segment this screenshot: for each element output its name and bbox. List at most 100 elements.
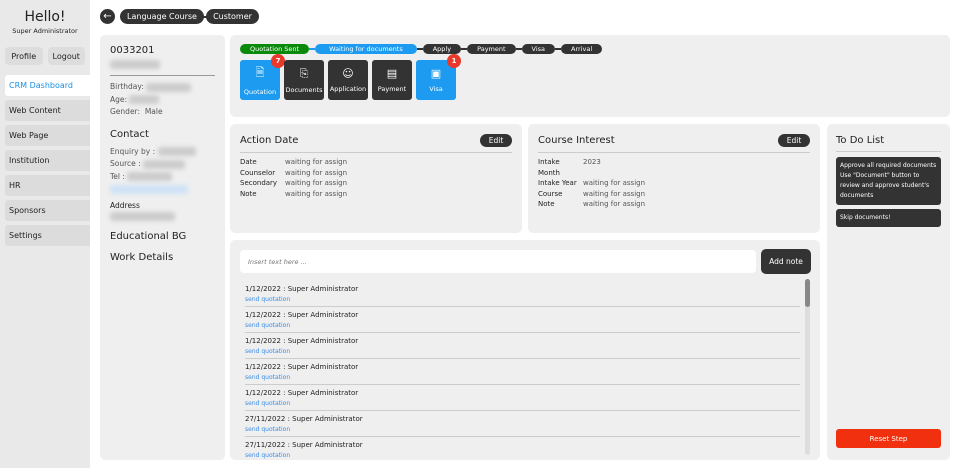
work-details-heading: Work Details — [110, 252, 174, 263]
note-text: send quotation — [245, 322, 291, 329]
course-interest-panel: Course Interest Edit Intake Month 2023 In… — [528, 124, 820, 233]
notes-panel: Add note 1/12/2022 : Super Administrator… — [230, 240, 820, 460]
user-role: Super Administrator — [12, 27, 78, 35]
sidebar-item-web-content[interactable]: Web Content — [5, 100, 90, 121]
application-tile[interactable]: ☺ Application — [328, 60, 368, 100]
address-heading: Address — [110, 201, 140, 210]
documents-tile[interactable]: ⎘ Documents — [284, 60, 324, 100]
field-label: Course — [538, 189, 563, 198]
visa-tile[interactable]: ▣ Visa 1 — [416, 54, 461, 100]
breadcrumb-language-course[interactable]: Language Course — [120, 9, 204, 24]
add-note-button[interactable]: Add note — [761, 249, 811, 274]
note-item: 1/12/2022 : Super Administrator send quot… — [245, 333, 800, 359]
note-item: 27/11/2022 : Super Administrator send quo… — [245, 411, 800, 437]
course-edit-button[interactable]: Edit — [778, 134, 810, 147]
note-header: 1/12/2022 : Super Administrator — [245, 311, 359, 319]
customer-name-blurred — [110, 60, 160, 69]
action-date-title: Action Date — [240, 135, 299, 146]
enquiry-label: Enquiry by : — [110, 146, 156, 156]
gender-label: Gender: — [110, 107, 141, 116]
tile-label: Documents — [285, 85, 323, 94]
note-header: 1/12/2022 : Super Administrator — [245, 337, 359, 345]
birthday-label: Birthday: — [110, 82, 144, 91]
step-payment: Payment — [467, 44, 516, 54]
todo-item[interactable]: Skip documents! — [836, 209, 941, 227]
sidebar-item-institution[interactable]: Institution — [5, 150, 90, 171]
sidebar-item-crm-dashboard[interactable]: CRM Dashboard — [5, 75, 90, 96]
profile-button[interactable]: Profile — [5, 47, 43, 65]
payment-tile[interactable]: ▤ Payment — [372, 60, 412, 100]
quotation-tile[interactable]: 🗎 Quotation 7 — [240, 54, 285, 100]
field-label: Secondary — [240, 179, 278, 187]
note-item: 1/12/2022 : Super Administrator send quot… — [245, 359, 800, 385]
note-header: 27/11/2022 : Super Administrator — [245, 415, 363, 423]
source-label: Source : — [110, 159, 141, 168]
note-header: 27/11/2022 : Super Administrator — [245, 441, 363, 449]
tile-label: Payment — [377, 85, 407, 93]
note-item: 27/11/2022 : Super Administrator send quo… — [245, 437, 800, 459]
back-arrow-icon[interactable]: ← — [100, 9, 115, 24]
payment-icon: ▤ — [386, 67, 398, 80]
note-text: send quotation — [245, 426, 291, 433]
tile-label: Quotation — [243, 88, 277, 96]
tile-label: Visa — [429, 85, 443, 93]
notes-list: 1/12/2022 : Super Administrator send quot… — [245, 281, 800, 459]
step-visa: Visa — [521, 44, 556, 54]
breadcrumb-customer[interactable]: Customer — [206, 9, 259, 24]
note-input[interactable] — [240, 250, 756, 273]
note-text: send quotation — [245, 452, 291, 459]
note-text: send quotation — [245, 296, 291, 303]
field-label: Date — [240, 158, 257, 166]
profile-panel: 0033201 Birthday: Age: Gender: Male Cont… — [100, 35, 225, 460]
field-value: waiting for assign — [583, 189, 646, 198]
status-panel: Quotation Sent Waiting for documents App… — [230, 35, 950, 117]
field-value: waiting for assign — [285, 168, 348, 177]
field-label: Note — [538, 200, 555, 208]
quotation-badge: 7 — [271, 54, 285, 68]
note-header: 1/12/2022 : Super Administrator — [245, 389, 359, 397]
note-item: 1/12/2022 : Super Administrator send quot… — [245, 281, 800, 307]
field-value: waiting for assign — [583, 200, 646, 208]
todo-title: To Do List — [836, 135, 885, 146]
course-interest-title: Course Interest — [538, 135, 615, 146]
application-icon: ☺ — [342, 67, 354, 80]
note-item: 1/12/2022 : Super Administrator send quot… — [245, 307, 800, 333]
documents-icon: ⎘ — [299, 66, 309, 80]
field-value: 2023 — [583, 158, 601, 166]
sidebar: Hello! Super Administrator Profile Logou… — [0, 0, 90, 468]
sidebar-item-sponsors[interactable]: Sponsors — [5, 200, 90, 221]
tile-label: Application — [329, 85, 367, 93]
field-label: Intake Year — [538, 179, 577, 187]
step-arrival: Arrival — [561, 44, 603, 54]
action-edit-button[interactable]: Edit — [480, 134, 512, 147]
step-waiting-documents: Waiting for documents — [315, 44, 417, 54]
notes-scrollbar[interactable] — [805, 279, 810, 455]
note-text: send quotation — [245, 400, 291, 407]
todo-item[interactable]: Approve all required documents Use "Docu… — [836, 157, 941, 205]
educational-bg-heading: Educational BG — [110, 231, 187, 242]
sidebar-item-web-page[interactable]: Web Page — [5, 125, 90, 146]
step-quotation-sent: Quotation Sent — [240, 44, 310, 54]
sidebar-item-settings[interactable]: Settings — [5, 225, 90, 246]
logout-button[interactable]: Logout — [47, 47, 85, 65]
email-link-blurred[interactable] — [110, 185, 188, 194]
reset-step-button[interactable]: Reset Step — [836, 429, 941, 448]
quotation-doc-icon: 🗎 — [255, 66, 265, 79]
field-label: Intake Month — [538, 158, 560, 177]
passport-icon: ▣ — [430, 67, 442, 80]
note-text: send quotation — [245, 374, 291, 381]
customer-id: 0033201 — [110, 45, 155, 56]
note-header: 1/12/2022 : Super Administrator — [245, 363, 359, 371]
age-label: Age: — [110, 94, 128, 104]
action-date-panel: Action Date Edit Date waiting for assign … — [230, 124, 522, 233]
sidebar-item-hr[interactable]: HR — [5, 175, 90, 196]
field-value: waiting for assign — [583, 179, 646, 187]
field-value: waiting for assign — [285, 158, 348, 166]
field-value: waiting for assign — [285, 189, 348, 198]
contact-heading: Contact — [110, 128, 149, 140]
step-apply: Apply — [422, 44, 462, 54]
field-label: Counselor — [240, 168, 276, 177]
field-label: Note — [240, 189, 257, 198]
tel-label: Tel : — [110, 171, 125, 181]
field-value: waiting for assign — [285, 179, 348, 187]
